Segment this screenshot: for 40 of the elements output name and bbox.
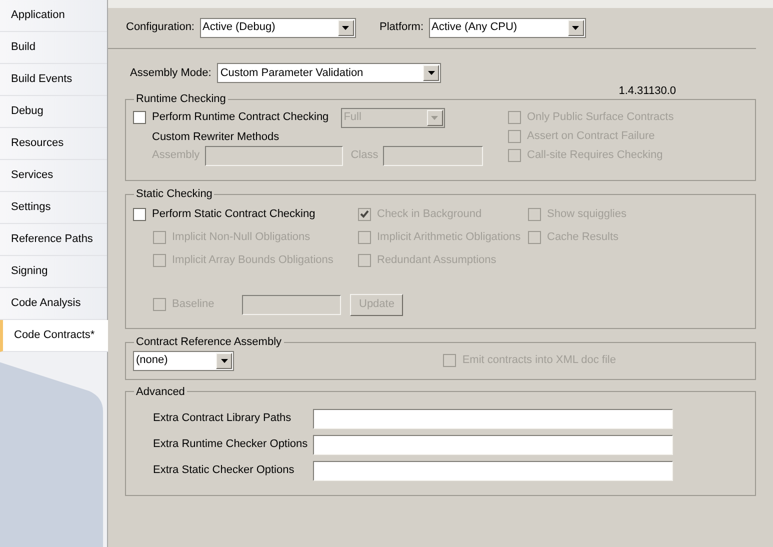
checkbox[interactable] xyxy=(133,208,146,220)
caret-icon xyxy=(338,20,354,36)
input-field[interactable] xyxy=(313,434,673,454)
sidebar-tab[interactable]: Build xyxy=(0,32,107,64)
dropdown[interactable]: Active (Any CPU) xyxy=(428,18,586,38)
checkbox-label: Perform Static Contract Checking xyxy=(152,206,316,222)
input-field[interactable] xyxy=(313,408,673,428)
assembly-mode-label: Assembly Mode: xyxy=(130,66,212,81)
sidebar-tab[interactable]: Application xyxy=(0,0,107,32)
sidebar-tab[interactable]: Code Contracts* xyxy=(0,320,108,352)
platform-label: Platform: xyxy=(380,20,424,36)
sidebar-tab[interactable]: Services xyxy=(0,160,107,192)
dropdown[interactable]: (none) xyxy=(133,350,234,370)
field-label: Extra Runtime Checker Options xyxy=(153,437,309,452)
caret-icon xyxy=(423,65,440,81)
sidebar-tab[interactable]: Code Analysis xyxy=(0,288,107,320)
group-title: Static Checking xyxy=(135,187,214,202)
dropdown[interactable]: Custom Parameter Validation xyxy=(217,63,442,83)
sidebar-tab[interactable]: Signing xyxy=(0,256,107,288)
sidebar-tab[interactable]: Settings xyxy=(0,192,107,224)
input-field[interactable] xyxy=(313,460,673,480)
sidebar-tab[interactable]: Build Events xyxy=(0,64,107,96)
checkbox-label: Perform Runtime Contract Checking xyxy=(152,110,329,126)
version-label: 1.4.31130.0 xyxy=(618,85,676,93)
field-label: Extra Static Checker Options xyxy=(153,463,296,478)
caret-icon xyxy=(216,352,232,368)
sidebar-tab[interactable]: Reference Paths xyxy=(0,224,107,256)
configuration-label: Configuration: xyxy=(126,20,194,36)
field-label: Extra Contract Library Paths xyxy=(153,411,292,426)
group-title: Runtime Checking xyxy=(135,92,227,107)
caret-icon xyxy=(568,20,584,36)
rewriter-methods-label: Custom Rewriter Methods xyxy=(152,130,280,144)
group-title: Contract Reference Assembly xyxy=(135,335,283,350)
sidebar-tab[interactable]: Debug xyxy=(0,96,107,128)
checkbox[interactable] xyxy=(133,111,146,124)
caret-icon xyxy=(426,110,443,126)
group-title: Advanced xyxy=(135,384,186,400)
checkmark-icon xyxy=(360,210,369,218)
dropdown[interactable]: Active (Debug) xyxy=(200,18,356,38)
sidebar-tab[interactable]: Resources xyxy=(0,128,107,160)
